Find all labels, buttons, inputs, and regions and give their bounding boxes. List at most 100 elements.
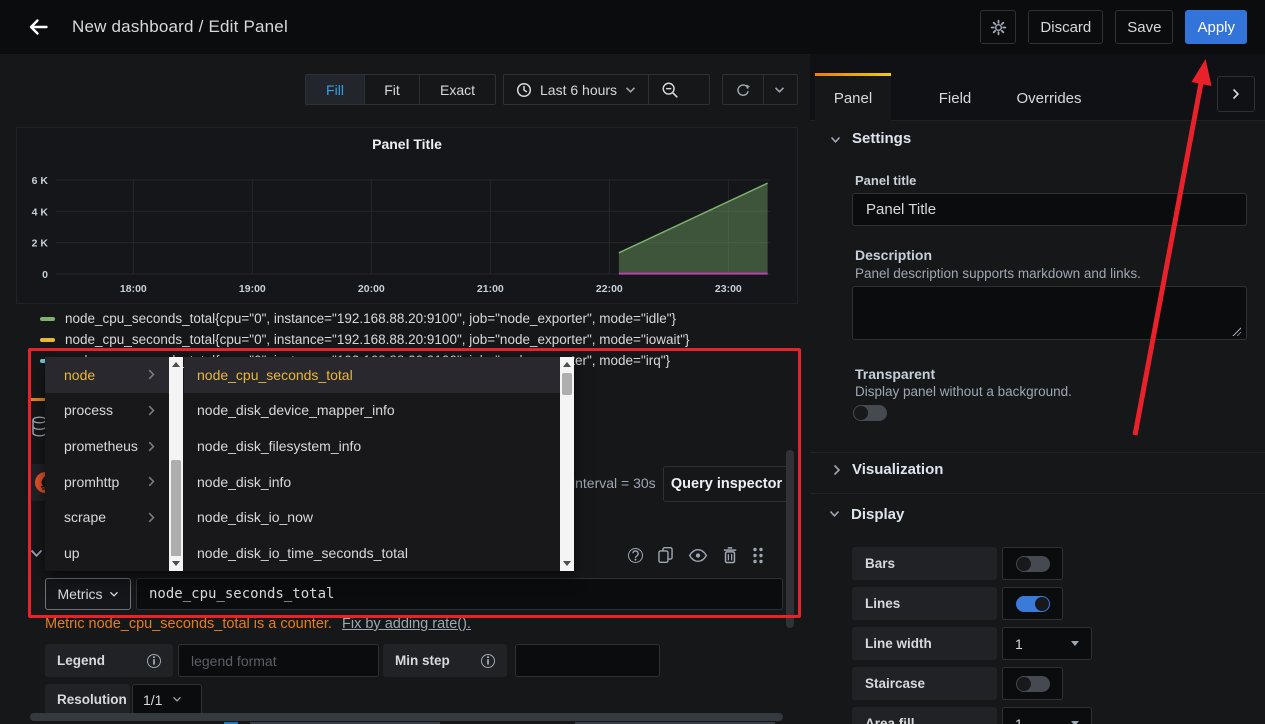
legend-series-label[interactable]: node_cpu_seconds_total{cpu="0", instance… bbox=[65, 332, 690, 347]
svg-text:4 K: 4 K bbox=[32, 206, 49, 218]
svg-text:20:00: 20:00 bbox=[358, 283, 385, 295]
save-button[interactable]: Save bbox=[1115, 10, 1173, 44]
chevron-down-icon[interactable] bbox=[829, 510, 840, 518]
dashboard-settings-button[interactable] bbox=[980, 10, 1016, 44]
metric-name: node_disk_filesystem_info bbox=[197, 438, 361, 454]
zoom-out-time-button[interactable] bbox=[649, 75, 691, 104]
metric-group-item-up[interactable]: up bbox=[45, 535, 169, 571]
display-row-label: Line width bbox=[852, 627, 997, 660]
metric-item[interactable]: node_cpu_seconds_total bbox=[184, 357, 560, 393]
legend-series-label[interactable]: node_cpu_seconds_total{cpu="0", instance… bbox=[65, 311, 676, 326]
horizontal-scrollbar[interactable] bbox=[30, 713, 783, 721]
group-label: up bbox=[64, 545, 80, 561]
metric-list-panel: node_cpu_seconds_total node_disk_device_m… bbox=[184, 357, 574, 571]
metric-item[interactable]: node_disk_info bbox=[184, 464, 560, 500]
exact-option[interactable]: Exact bbox=[419, 75, 495, 104]
scroll-up-icon[interactable] bbox=[560, 357, 574, 372]
fix-by-adding-rate-link[interactable]: Fix by adding rate(). bbox=[342, 616, 471, 632]
counter-warning: Metric node_cpu_seconds_total is a count… bbox=[45, 616, 471, 632]
settings-section-header[interactable]: Settings bbox=[852, 130, 911, 147]
panel-title-label: Panel title bbox=[855, 173, 916, 188]
chevron-down-icon[interactable] bbox=[830, 136, 841, 144]
metric-name: node_disk_device_mapper_info bbox=[197, 402, 395, 418]
metric-item[interactable]: node_disk_io_time_seconds_total bbox=[184, 535, 560, 571]
top-bar: New dashboard / Edit Panel Discard Save … bbox=[0, 0, 1265, 54]
query-help-icon[interactable] bbox=[628, 548, 643, 563]
metric-name: node_cpu_seconds_total bbox=[197, 367, 353, 383]
select-value: 1 bbox=[1015, 716, 1023, 724]
description-help: Panel description supports markdown and … bbox=[855, 266, 1141, 281]
metric-group-item-scrape[interactable]: scrape bbox=[45, 500, 169, 536]
discard-button[interactable]: Discard bbox=[1028, 10, 1103, 44]
collapse-sidebar-button[interactable] bbox=[1217, 76, 1255, 112]
toggle-visibility-icon[interactable] bbox=[688, 548, 708, 563]
group-label: scrape bbox=[64, 509, 106, 525]
metrics-dropdown-button[interactable]: Metrics bbox=[45, 578, 131, 610]
description-textarea[interactable] bbox=[852, 286, 1247, 340]
apply-button[interactable]: Apply bbox=[1185, 10, 1247, 44]
metric-group-item-process[interactable]: process bbox=[45, 393, 169, 429]
refresh-icon bbox=[735, 82, 751, 98]
editor-vertical-scrollbar[interactable] bbox=[786, 450, 794, 628]
legend-item[interactable]: node_cpu_seconds_total{cpu="0", instance… bbox=[40, 329, 802, 350]
promql-query-input[interactable] bbox=[136, 578, 783, 610]
drag-handle-icon[interactable] bbox=[752, 547, 764, 564]
visualization-section-header[interactable]: Visualization bbox=[852, 461, 943, 478]
time-range-picker[interactable]: Last 6 hours bbox=[504, 75, 648, 104]
metric-item[interactable]: node_disk_device_mapper_info bbox=[184, 393, 560, 429]
svg-text:21:00: 21:00 bbox=[477, 283, 504, 295]
svg-text:2 K: 2 K bbox=[32, 238, 49, 250]
min-step-input[interactable] bbox=[515, 644, 660, 677]
query-row-collapse-icon[interactable] bbox=[30, 549, 43, 558]
area-fill-select[interactable]: 1 bbox=[1002, 707, 1092, 724]
group-label: promhttp bbox=[64, 474, 119, 490]
dropdown-scrollbar[interactable] bbox=[560, 357, 574, 571]
scroll-up-icon[interactable] bbox=[169, 357, 183, 372]
query-row-actions bbox=[628, 546, 764, 564]
fit-option[interactable]: Fit bbox=[364, 75, 419, 104]
line-width-select[interactable]: 1 bbox=[1002, 627, 1092, 660]
svg-text:22:00: 22:00 bbox=[596, 283, 623, 295]
bars-toggle[interactable] bbox=[1016, 556, 1050, 572]
scroll-down-icon[interactable] bbox=[560, 556, 574, 571]
display-row: Lines bbox=[852, 587, 1252, 620]
legend-item[interactable]: node_cpu_seconds_total{cpu="0", instance… bbox=[40, 308, 802, 329]
chevron-down-icon bbox=[774, 86, 785, 94]
metrics-button-label: Metrics bbox=[57, 586, 102, 602]
metric-item[interactable]: node_disk_filesystem_info bbox=[184, 428, 560, 464]
resolution-label: Resolution bbox=[45, 684, 130, 715]
tab-panel[interactable]: Panel bbox=[815, 75, 891, 121]
time-series-chart[interactable]: 02 K4 K6 K18:0019:0020:0021:0022:0023:00 bbox=[17, 128, 797, 303]
lines-toggle[interactable] bbox=[1016, 596, 1050, 612]
chevron-right-icon[interactable] bbox=[833, 464, 841, 476]
svg-text:18:00: 18:00 bbox=[120, 283, 147, 295]
metric-group-item-promhttp[interactable]: promhttp bbox=[45, 464, 169, 500]
delete-query-icon[interactable] bbox=[722, 546, 738, 564]
metric-item[interactable]: node_disk_io_now bbox=[184, 500, 560, 536]
resolution-select[interactable]: 1/1 bbox=[132, 684, 202, 715]
display-row: Staircase bbox=[852, 667, 1252, 700]
duplicate-query-icon[interactable] bbox=[657, 546, 674, 564]
chevron-right-icon bbox=[148, 441, 155, 452]
legend-color-swatch[interactable] bbox=[40, 338, 55, 342]
refresh-button[interactable] bbox=[723, 75, 763, 104]
refresh-interval-dropdown[interactable] bbox=[764, 75, 795, 104]
tab-overrides[interactable]: Overrides bbox=[1006, 75, 1092, 121]
panel-title-input[interactable] bbox=[852, 193, 1247, 226]
legend-format-input[interactable] bbox=[178, 644, 379, 677]
transparent-toggle[interactable] bbox=[853, 405, 887, 421]
arrow-left-icon bbox=[26, 15, 50, 39]
metric-group-item-node[interactable]: node bbox=[45, 357, 169, 393]
dropdown-scrollbar[interactable] bbox=[169, 357, 183, 571]
tab-field[interactable]: Field bbox=[920, 75, 990, 121]
back-button[interactable] bbox=[18, 7, 58, 47]
display-section-header[interactable]: Display bbox=[851, 506, 904, 523]
fill-option[interactable]: Fill bbox=[306, 75, 364, 104]
metric-group-item-prometheus[interactable]: prometheus bbox=[45, 428, 169, 464]
display-row: Line width1 bbox=[852, 627, 1252, 660]
scroll-down-icon[interactable] bbox=[169, 556, 183, 571]
legend-color-swatch[interactable] bbox=[40, 317, 55, 321]
staircase-toggle[interactable] bbox=[1016, 676, 1050, 692]
toggle-container bbox=[1002, 667, 1063, 700]
query-inspector-button[interactable]: Query inspector bbox=[663, 466, 790, 502]
